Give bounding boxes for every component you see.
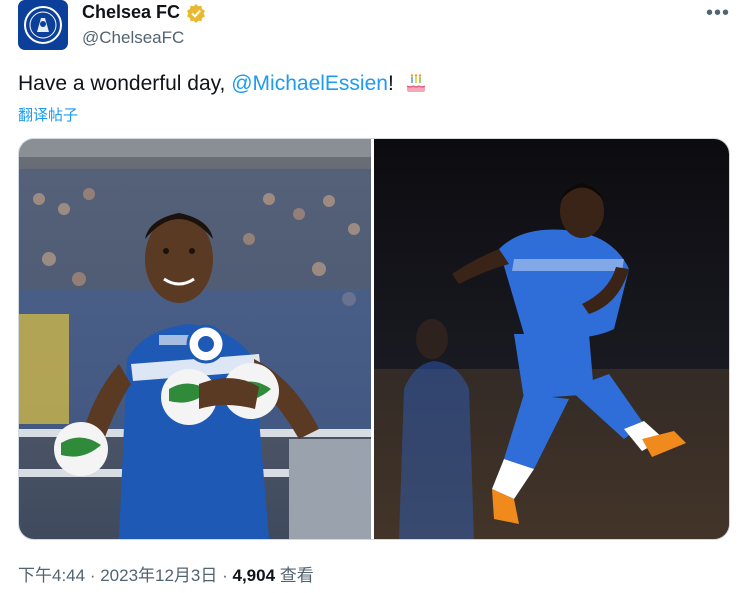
tweet-time[interactable]: 下午4:44 [18, 566, 85, 585]
photo-essien-kicking[interactable] [374, 139, 729, 539]
chelsea-crest-icon [24, 6, 62, 44]
tweet-date[interactable]: 2023年12月3日 [100, 566, 217, 585]
meta-separator: · [217, 566, 233, 585]
more-options-icon[interactable]: ••• [706, 2, 730, 25]
translate-post-link[interactable]: 翻译帖子 [18, 104, 78, 125]
tweet-text: Have a wonderful day, @MichaelEssien! [18, 70, 428, 97]
tweet-media [18, 138, 730, 540]
account-handle[interactable]: @ChelseaFC [82, 28, 184, 48]
photo-essien-holding-balls[interactable] [19, 139, 374, 539]
tweet-text-start: Have a wonderful day, [18, 72, 232, 95]
views-label: 查看 [279, 566, 314, 585]
view-count: 4,904 [232, 566, 276, 585]
verified-badge-icon [187, 3, 206, 23]
tweet-text-end: ! [387, 72, 394, 95]
birthday-cake-icon [406, 74, 425, 92]
avatar[interactable] [18, 0, 68, 50]
tweet-header: Chelsea FC @ChelseaFC ••• [18, 0, 732, 60]
meta-separator: · [85, 566, 101, 585]
mention-link[interactable]: @MichaelEssien [231, 72, 388, 95]
display-name[interactable]: Chelsea FC [82, 2, 180, 23]
tweet-metadata: 下午4:44 · 2023年12月3日 · 4,904 查看 [18, 561, 314, 586]
